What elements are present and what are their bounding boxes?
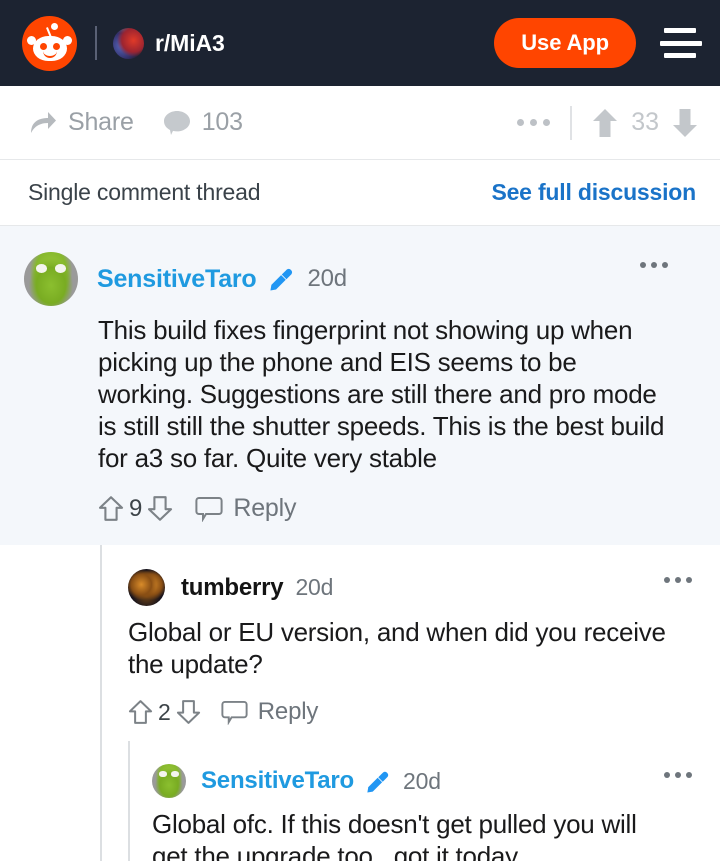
snoo-smile-icon bbox=[42, 51, 57, 58]
comment-username[interactable]: SensitiveTaro bbox=[201, 767, 354, 795]
comment-body-container: SensitiveTaro 20d This build fixes finge… bbox=[24, 252, 696, 523]
comment-thread-item: tumberry 20d Global or EU version, and w… bbox=[0, 545, 720, 743]
reply-button[interactable]: Reply bbox=[258, 698, 319, 726]
action-bar-divider bbox=[570, 105, 573, 140]
snoo-antenna-dot-icon bbox=[51, 22, 58, 30]
dot-3 bbox=[686, 577, 692, 583]
comment-header: tumberry 20d bbox=[128, 569, 696, 606]
comment-thread-item: SensitiveTaro 20d This build fixes finge… bbox=[0, 226, 720, 545]
comment-bubble-icon bbox=[163, 110, 190, 135]
dot-2 bbox=[651, 262, 657, 268]
comment-footer: 9 Reply bbox=[24, 494, 696, 523]
subreddit-name[interactable]: r/MiA3 bbox=[155, 30, 225, 57]
comment-timestamp: 20d bbox=[403, 767, 441, 794]
comment-score: 9 bbox=[129, 494, 143, 522]
frog-avatar-icon[interactable] bbox=[24, 252, 78, 306]
reply-button[interactable]: Reply bbox=[233, 494, 296, 523]
top-navigation-bar: r/MiA3 Use App bbox=[0, 0, 720, 86]
dark-mask-avatar-icon[interactable] bbox=[128, 569, 165, 606]
hamburger-line-2 bbox=[660, 40, 702, 46]
thread-bar-title: Single comment thread bbox=[28, 179, 261, 205]
downvote-arrow-icon[interactable] bbox=[672, 108, 698, 138]
share-button[interactable]: Share bbox=[28, 108, 134, 137]
dot-1 bbox=[640, 262, 646, 268]
subreddit-avatar-icon[interactable] bbox=[113, 27, 144, 59]
single-thread-bar: Single comment thread See full discussio… bbox=[0, 160, 720, 226]
microphone-icon bbox=[367, 771, 389, 793]
dot-1 bbox=[664, 577, 670, 583]
hamburger-menu-icon[interactable] bbox=[660, 26, 702, 60]
comment-timestamp: 20d bbox=[307, 265, 348, 292]
comment-body-container: SensitiveTaro 20d Global ofc. If this do… bbox=[0, 764, 696, 861]
comment-header: SensitiveTaro 20d bbox=[24, 252, 696, 306]
upvote-outline-icon[interactable] bbox=[98, 495, 124, 522]
hamburger-line-1 bbox=[664, 28, 696, 33]
comment-text: This build fixes fingerprint not showing… bbox=[98, 315, 665, 473]
comment-score: 2 bbox=[158, 698, 171, 725]
comment-thread-item: SensitiveTaro 20d Global ofc. If this do… bbox=[0, 741, 720, 861]
dot-2 bbox=[675, 577, 681, 583]
post-overflow-menu-icon[interactable] bbox=[517, 119, 551, 126]
use-app-button[interactable]: Use App bbox=[494, 18, 636, 68]
share-arrow-icon bbox=[31, 111, 56, 133]
share-label: Share bbox=[68, 108, 134, 136]
reply-bubble-icon[interactable] bbox=[195, 496, 223, 522]
hamburger-line-3 bbox=[664, 53, 696, 58]
post-score: 33 bbox=[631, 108, 659, 136]
comment-text: Global ofc. If this doesn't get pulled y… bbox=[152, 809, 637, 861]
comment-count-button[interactable]: 103 bbox=[163, 108, 243, 137]
reddit-snoo-icon[interactable] bbox=[22, 15, 77, 71]
nav-divider bbox=[95, 26, 97, 60]
dot-3 bbox=[543, 119, 551, 126]
comment-overflow-menu-icon[interactable] bbox=[640, 262, 668, 268]
dot-1 bbox=[664, 772, 670, 778]
dot-2 bbox=[675, 772, 681, 778]
upvote-arrow-icon[interactable] bbox=[592, 108, 618, 138]
comment-timestamp: 20d bbox=[295, 574, 334, 600]
comment-username[interactable]: tumberry bbox=[181, 574, 284, 602]
comment-footer: 2 Reply bbox=[128, 698, 696, 726]
snoo-eye-left-icon bbox=[39, 42, 47, 50]
snoo-eye-right-icon bbox=[52, 42, 60, 50]
snoo-head-icon bbox=[32, 35, 67, 61]
comment-count: 103 bbox=[201, 108, 243, 136]
reply-bubble-icon[interactable] bbox=[221, 700, 248, 725]
upvote-outline-icon[interactable] bbox=[128, 699, 153, 725]
dot-3 bbox=[686, 772, 692, 778]
comment-body-container: tumberry 20d Global or EU version, and w… bbox=[0, 569, 696, 726]
comment-text: Global or EU version, and when did you r… bbox=[128, 617, 666, 679]
downvote-outline-icon[interactable] bbox=[176, 699, 201, 725]
dot-2 bbox=[530, 119, 538, 126]
microphone-icon bbox=[269, 269, 292, 291]
comment-username[interactable]: SensitiveTaro bbox=[97, 265, 257, 294]
dot-1 bbox=[517, 119, 525, 126]
frog-avatar-icon[interactable] bbox=[152, 764, 186, 798]
dot-3 bbox=[662, 262, 668, 268]
comment-overflow-menu-icon[interactable] bbox=[664, 772, 692, 778]
comment-overflow-menu-icon[interactable] bbox=[664, 577, 692, 583]
downvote-outline-icon[interactable] bbox=[147, 495, 173, 522]
comment-header: SensitiveTaro 20d bbox=[152, 764, 696, 798]
see-full-discussion-link[interactable]: See full discussion bbox=[491, 179, 696, 206]
post-action-bar: Share 103 33 bbox=[0, 86, 720, 160]
